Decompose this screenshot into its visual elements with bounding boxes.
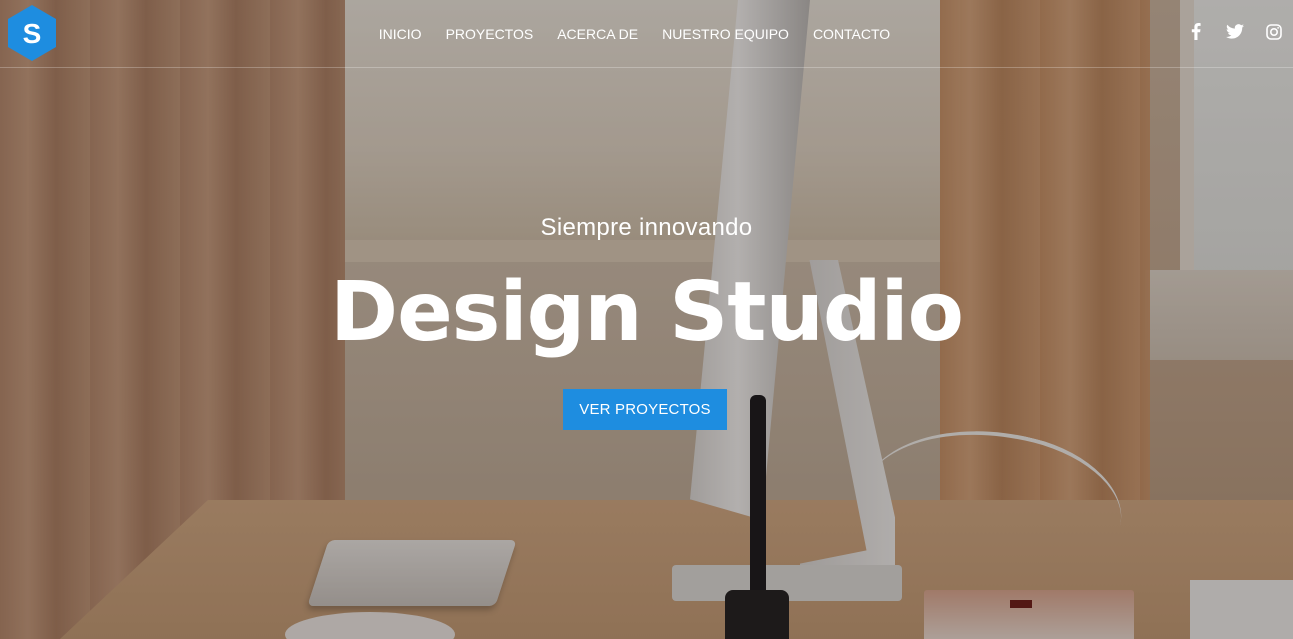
hero-section: Siempre innovando Design Studio VER PROY… xyxy=(0,0,1293,639)
hero-tagline: Siempre innovando xyxy=(540,214,753,241)
ver-proyectos-button[interactable]: VER PROYECTOS xyxy=(563,389,727,430)
hero-title: Design Studio xyxy=(330,265,964,360)
